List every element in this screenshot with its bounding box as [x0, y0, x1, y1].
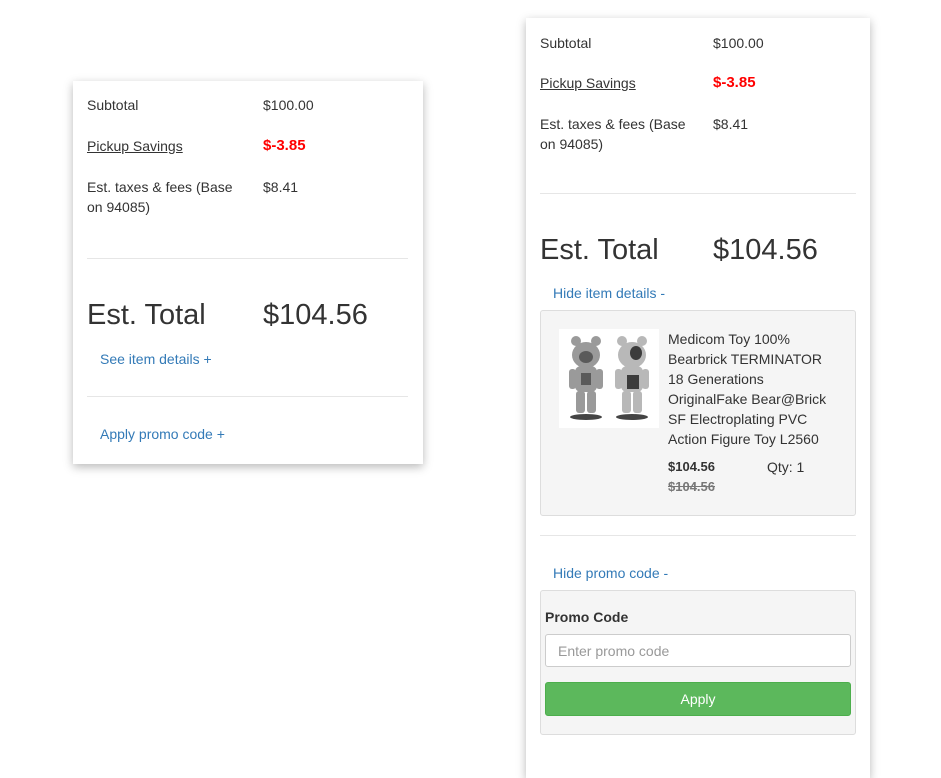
item-original-price: $104.56	[668, 479, 715, 494]
order-summary-collapsed: Subtotal $100.00 Pickup Savings $-3.85 E…	[73, 81, 423, 464]
pickup-savings-value: $-3.85	[263, 137, 306, 154]
divider	[87, 258, 408, 259]
subtotal-value: $100.00	[263, 97, 314, 113]
taxes-label: Est. taxes & fees (Base on 94085)	[540, 116, 686, 152]
est-total-label: Est. Total	[540, 234, 659, 266]
pickup-savings-value: $-3.85	[713, 74, 756, 91]
taxes-label: Est. taxes & fees (Base on 94085)	[87, 179, 233, 215]
apply-button[interactable]: Apply	[545, 682, 851, 716]
subtotal-value: $100.00	[713, 35, 764, 51]
order-summary-expanded: Subtotal $100.00 Pickup Savings $-3.85 E…	[526, 18, 870, 778]
product-image	[559, 329, 659, 428]
promo-code-panel: Promo Code Apply	[540, 590, 856, 735]
bearbrick-figure-icon	[569, 336, 649, 420]
est-total-value: $104.56	[713, 234, 818, 266]
item-price: $104.56	[668, 459, 715, 474]
hide-promo-code-link[interactable]: Hide promo code -	[553, 563, 668, 583]
item-name[interactable]: Medicom Toy 100% Bearbrick TERMINATOR 18…	[668, 329, 838, 449]
see-item-details-link[interactable]: See item details +	[100, 349, 212, 369]
divider	[540, 535, 856, 536]
taxes-value: $8.41	[713, 116, 749, 132]
promo-code-input[interactable]	[545, 634, 851, 667]
subtotal-label: Subtotal	[540, 35, 592, 51]
pickup-savings-link[interactable]: Pickup Savings	[87, 136, 183, 156]
subtotal-label: Subtotal	[87, 97, 139, 113]
item-quantity: Qty: 1	[767, 459, 805, 475]
est-total-label: Est. Total	[87, 299, 206, 331]
taxes-value: $8.41	[263, 179, 299, 195]
item-details-panel: Medicom Toy 100% Bearbrick TERMINATOR 18…	[540, 310, 856, 516]
promo-code-label: Promo Code	[545, 609, 629, 625]
apply-promo-code-link[interactable]: Apply promo code +	[100, 424, 225, 444]
hide-item-details-link[interactable]: Hide item details -	[553, 283, 665, 303]
est-total-value: $104.56	[263, 299, 368, 331]
pickup-savings-link[interactable]: Pickup Savings	[540, 73, 636, 93]
divider	[540, 193, 856, 194]
divider	[87, 396, 408, 397]
